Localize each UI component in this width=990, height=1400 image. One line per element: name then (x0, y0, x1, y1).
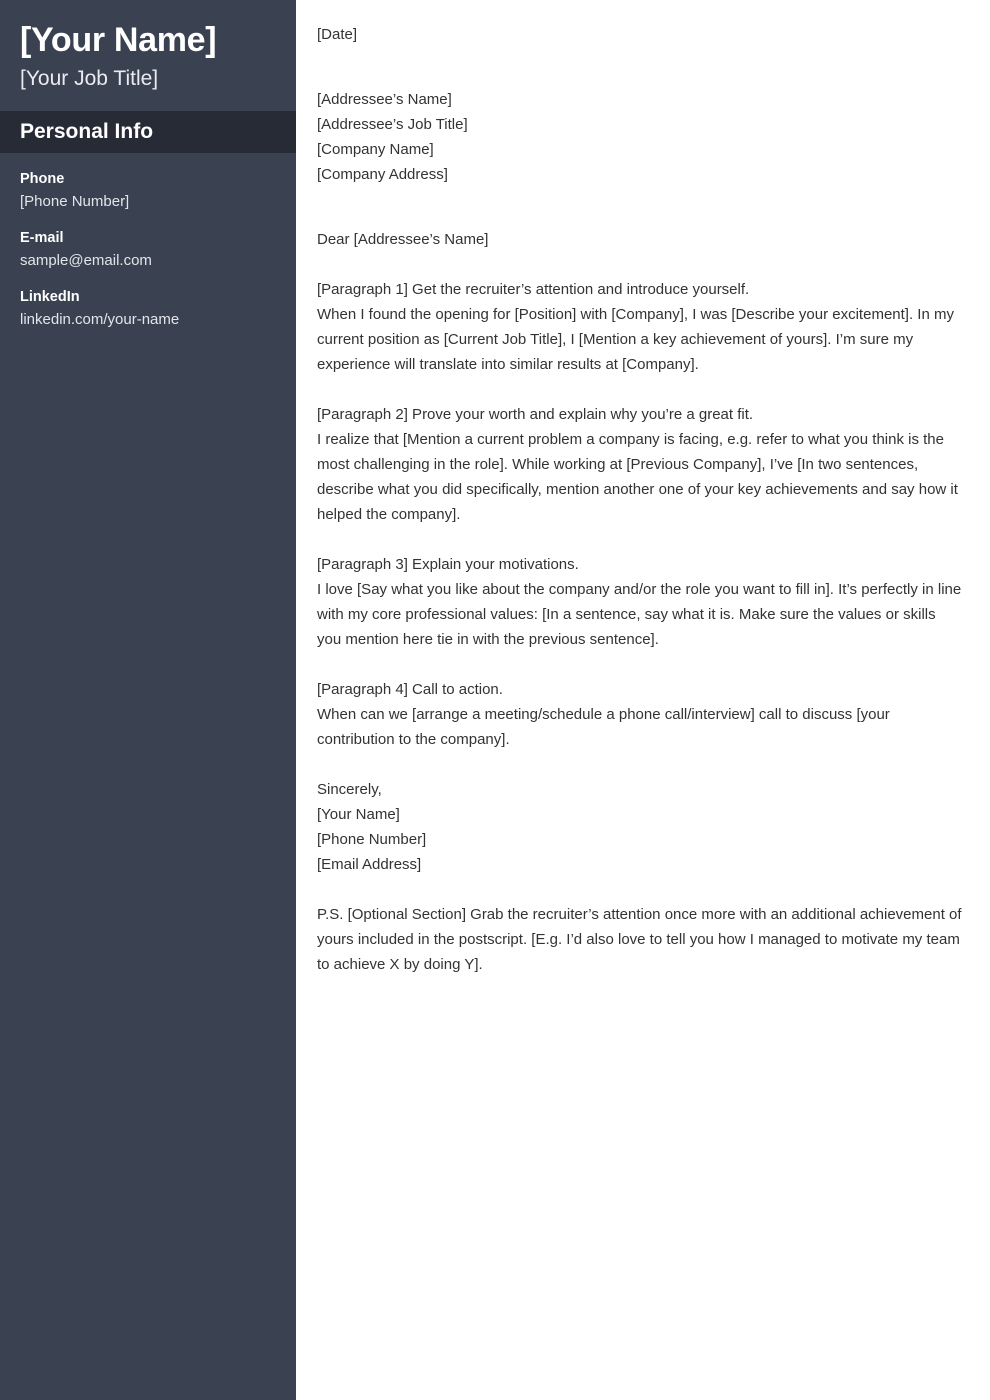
paragraph-3-body: I love [Say what you like about the comp… (317, 581, 962, 648)
addressee-block: [Addressee’s Name] [Addressee’s Job Titl… (317, 87, 963, 187)
spacer-after-paragraph-2 (317, 527, 963, 552)
signature-closing: Sincerely, (317, 781, 382, 798)
letter-greeting: Dear [Addressee’s Name] (317, 231, 489, 248)
paragraph-3-heading: [Paragraph 3] Explain your motivations. (317, 556, 579, 573)
info-value-linkedin[interactable]: linkedin.com/your-name (20, 309, 276, 332)
paragraph-1: [Paragraph 1] Get the recruiter’s attent… (317, 277, 963, 377)
candidate-name: [Your Name] (20, 21, 217, 59)
spacer-after-greeting (317, 252, 963, 277)
addressee-company: [Company Name] (317, 141, 434, 158)
addressee-job-title: [Addressee’s Job Title] (317, 116, 468, 133)
info-value-email[interactable]: sample@email.com (20, 250, 276, 273)
cover-letter-page: [Your Name] [Your Job Title] Personal In… (0, 0, 990, 1400)
info-item-email: E-mail sample@email.com (20, 228, 276, 272)
signature-email: [Email Address] (317, 856, 422, 873)
info-label-linkedin: LinkedIn (20, 289, 80, 306)
info-value-phone: [Phone Number] (20, 192, 130, 210)
spacer-after-date (317, 47, 963, 87)
paragraph-1-heading: [Paragraph 1] Get the recruiter’s attent… (317, 281, 750, 298)
spacer-after-paragraph-4 (317, 752, 963, 777)
paragraph-4-body: When can we [arrange a meeting/schedule … (317, 706, 890, 748)
spacer-after-signature (317, 877, 963, 902)
info-label-email: E-mail (20, 230, 64, 247)
addressee-name: [Addressee’s Name] (317, 91, 452, 108)
personal-info-list: Phone [Phone Number] E-mail sample@email… (0, 153, 296, 332)
spacer-after-addressee (317, 187, 963, 227)
info-item-phone: Phone [Phone Number] (20, 169, 276, 213)
candidate-job-title: [Your Job Title] (20, 66, 159, 90)
letter-date: [Date] (317, 26, 358, 43)
paragraph-2: [Paragraph 2] Prove your worth and expla… (317, 402, 963, 527)
signature-name: [Your Name] (317, 806, 400, 823)
personal-info-heading: Personal Info (20, 119, 154, 143)
paragraph-4: [Paragraph 4] Call to action. When can w… (317, 677, 963, 752)
paragraph-2-heading: [Paragraph 2] Prove your worth and expla… (317, 406, 754, 423)
personal-info-section-band: Personal Info (0, 110, 296, 153)
paragraph-1-body: When I found the opening for [Position] … (317, 306, 954, 373)
letter-body: [Date] [Addressee’s Name] [Addressee’s J… (296, 0, 990, 1400)
info-label-phone: Phone (20, 170, 65, 187)
paragraph-3: [Paragraph 3] Explain your motivations. … (317, 552, 963, 652)
sidebar-header: [Your Name] [Your Job Title] (0, 0, 296, 111)
postscript: P.S. [Optional Section] Grab the recruit… (317, 906, 962, 973)
sidebar: [Your Name] [Your Job Title] Personal In… (0, 0, 296, 1400)
spacer-after-paragraph-3 (317, 652, 963, 677)
info-item-linkedin: LinkedIn linkedin.com/your-name (20, 287, 276, 331)
paragraph-4-heading: [Paragraph 4] Call to action. (317, 681, 503, 698)
addressee-address: [Company Address] (317, 166, 448, 183)
spacer-after-paragraph-1 (317, 377, 963, 402)
signature-block: Sincerely, [Your Name] [Phone Number] [E… (317, 777, 963, 877)
signature-phone: [Phone Number] (317, 831, 427, 848)
paragraph-2-body: I realize that [Mention a current proble… (317, 431, 958, 523)
